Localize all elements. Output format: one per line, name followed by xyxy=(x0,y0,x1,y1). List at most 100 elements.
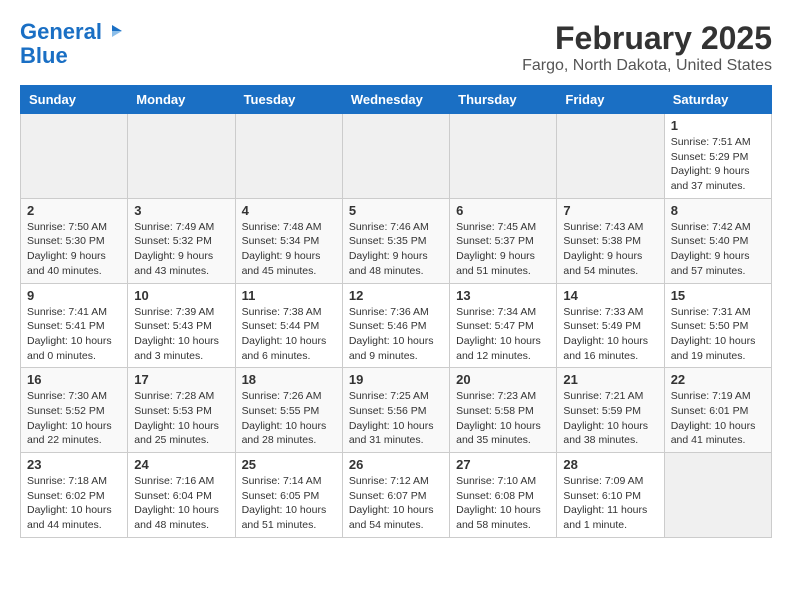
day-number: 25 xyxy=(242,457,336,472)
header-sunday: Sunday xyxy=(21,86,128,114)
day-number: 10 xyxy=(134,288,228,303)
day-info: Sunrise: 7:30 AM Sunset: 5:52 PM Dayligh… xyxy=(27,389,121,448)
day-info: Sunrise: 7:18 AM Sunset: 6:02 PM Dayligh… xyxy=(27,474,121,533)
day-number: 19 xyxy=(349,372,443,387)
table-row xyxy=(21,114,128,199)
day-number: 28 xyxy=(563,457,657,472)
table-row: 15Sunrise: 7:31 AM Sunset: 5:50 PM Dayli… xyxy=(664,283,771,368)
header-tuesday: Tuesday xyxy=(235,86,342,114)
table-row: 17 Sunrise: 7:28 AM Sunset: 5:53 PM Dayli… xyxy=(128,368,235,453)
calendar-week-row: 9 Sunrise: 7:41 AM Sunset: 5:41 PM Daylig… xyxy=(21,283,772,368)
logo-text-general: General xyxy=(20,20,102,44)
header-wednesday: Wednesday xyxy=(342,86,449,114)
day-info: Sunrise: 7:42 AM Sunset: 5:40 PM Dayligh… xyxy=(671,220,765,279)
header-monday: Monday xyxy=(128,86,235,114)
day-info: Sunrise: 7:12 AM Sunset: 6:07 PM Dayligh… xyxy=(349,474,443,533)
day-number: 22 xyxy=(671,372,765,387)
table-row: 28 Sunrise: 7:09 AM Sunset: 6:10 PM Dayli… xyxy=(557,453,664,538)
table-row: 12 Sunrise: 7:36 AM Sunset: 5:46 PM Dayli… xyxy=(342,283,449,368)
day-info: Sunrise: 7:51 AM Sunset: 5:29 PM Dayligh… xyxy=(671,135,765,194)
table-row: 27Sunrise: 7:10 AM Sunset: 6:08 PM Dayli… xyxy=(450,453,557,538)
calendar-week-row: 1 Sunrise: 7:51 AM Sunset: 5:29 PM Daylig… xyxy=(21,114,772,199)
calendar-header-row: Sunday Monday Tuesday Wednesday Thursday… xyxy=(21,86,772,114)
day-info: Sunrise: 7:26 AM Sunset: 5:55 PM Dayligh… xyxy=(242,389,336,448)
day-number: 2 xyxy=(27,203,121,218)
table-row xyxy=(342,114,449,199)
table-row: 2 Sunrise: 7:50 AM Sunset: 5:30 PM Daylig… xyxy=(21,198,128,283)
table-row: 18 Sunrise: 7:26 AM Sunset: 5:55 PM Dayli… xyxy=(235,368,342,453)
day-info: Sunrise: 7:25 AM Sunset: 5:56 PM Dayligh… xyxy=(349,389,443,448)
day-number: 15 xyxy=(671,288,765,303)
day-info: Sunrise: 7:09 AM Sunset: 6:10 PM Dayligh… xyxy=(563,474,657,533)
table-row: 20Sunrise: 7:23 AM Sunset: 5:58 PM Dayli… xyxy=(450,368,557,453)
calendar-week-row: 16 Sunrise: 7:30 AM Sunset: 5:52 PM Dayli… xyxy=(21,368,772,453)
calendar-table: Sunday Monday Tuesday Wednesday Thursday… xyxy=(20,85,772,538)
day-info: Sunrise: 7:39 AM Sunset: 5:43 PM Dayligh… xyxy=(134,305,228,364)
table-row: 13Sunrise: 7:34 AM Sunset: 5:47 PM Dayli… xyxy=(450,283,557,368)
table-row: 19 Sunrise: 7:25 AM Sunset: 5:56 PM Dayli… xyxy=(342,368,449,453)
day-info: Sunrise: 7:46 AM Sunset: 5:35 PM Dayligh… xyxy=(349,220,443,279)
table-row xyxy=(664,453,771,538)
table-row: 22 Sunrise: 7:19 AM Sunset: 6:01 PM Dayli… xyxy=(664,368,771,453)
day-number: 7 xyxy=(563,203,657,218)
table-row: 7 Sunrise: 7:43 AM Sunset: 5:38 PM Daylig… xyxy=(557,198,664,283)
day-info: Sunrise: 7:19 AM Sunset: 6:01 PM Dayligh… xyxy=(671,389,765,448)
day-number: 3 xyxy=(134,203,228,218)
logo: General Blue xyxy=(20,20,124,68)
table-row xyxy=(235,114,342,199)
day-number: 18 xyxy=(242,372,336,387)
day-number: 12 xyxy=(349,288,443,303)
table-row: 8Sunrise: 7:42 AM Sunset: 5:40 PM Daylig… xyxy=(664,198,771,283)
day-info: Sunrise: 7:41 AM Sunset: 5:41 PM Dayligh… xyxy=(27,305,121,364)
day-number: 9 xyxy=(27,288,121,303)
header-thursday: Thursday xyxy=(450,86,557,114)
day-number: 17 xyxy=(134,372,228,387)
table-row: 6Sunrise: 7:45 AM Sunset: 5:37 PM Daylig… xyxy=(450,198,557,283)
day-number: 20 xyxy=(456,372,550,387)
day-info: Sunrise: 7:28 AM Sunset: 5:53 PM Dayligh… xyxy=(134,389,228,448)
location-subtitle: Fargo, North Dakota, United States xyxy=(522,57,772,75)
table-row: 21 Sunrise: 7:21 AM Sunset: 5:59 PM Dayli… xyxy=(557,368,664,453)
day-info: Sunrise: 7:34 AM Sunset: 5:47 PM Dayligh… xyxy=(456,305,550,364)
logo-bird-icon xyxy=(102,21,124,43)
table-row: 9 Sunrise: 7:41 AM Sunset: 5:41 PM Daylig… xyxy=(21,283,128,368)
day-info: Sunrise: 7:50 AM Sunset: 5:30 PM Dayligh… xyxy=(27,220,121,279)
day-number: 1 xyxy=(671,118,765,133)
day-info: Sunrise: 7:43 AM Sunset: 5:38 PM Dayligh… xyxy=(563,220,657,279)
day-number: 16 xyxy=(27,372,121,387)
day-info: Sunrise: 7:10 AM Sunset: 6:08 PM Dayligh… xyxy=(456,474,550,533)
table-row: 25 Sunrise: 7:14 AM Sunset: 6:05 PM Dayli… xyxy=(235,453,342,538)
table-row: 10 Sunrise: 7:39 AM Sunset: 5:43 PM Dayli… xyxy=(128,283,235,368)
day-info: Sunrise: 7:38 AM Sunset: 5:44 PM Dayligh… xyxy=(242,305,336,364)
day-number: 26 xyxy=(349,457,443,472)
day-number: 21 xyxy=(563,372,657,387)
table-row: 4Sunrise: 7:48 AM Sunset: 5:34 PM Daylig… xyxy=(235,198,342,283)
logo-text-blue: Blue xyxy=(20,44,68,68)
day-info: Sunrise: 7:14 AM Sunset: 6:05 PM Dayligh… xyxy=(242,474,336,533)
day-number: 23 xyxy=(27,457,121,472)
calendar-week-row: 23 Sunrise: 7:18 AM Sunset: 6:02 PM Dayli… xyxy=(21,453,772,538)
day-info: Sunrise: 7:16 AM Sunset: 6:04 PM Dayligh… xyxy=(134,474,228,533)
table-row xyxy=(128,114,235,199)
table-row: 3 Sunrise: 7:49 AM Sunset: 5:32 PM Daylig… xyxy=(128,198,235,283)
day-info: Sunrise: 7:33 AM Sunset: 5:49 PM Dayligh… xyxy=(563,305,657,364)
day-number: 6 xyxy=(456,203,550,218)
day-number: 11 xyxy=(242,288,336,303)
table-row: 24Sunrise: 7:16 AM Sunset: 6:04 PM Dayli… xyxy=(128,453,235,538)
day-info: Sunrise: 7:36 AM Sunset: 5:46 PM Dayligh… xyxy=(349,305,443,364)
header-saturday: Saturday xyxy=(664,86,771,114)
day-number: 5 xyxy=(349,203,443,218)
table-row xyxy=(557,114,664,199)
table-row: 26 Sunrise: 7:12 AM Sunset: 6:07 PM Dayli… xyxy=(342,453,449,538)
header-friday: Friday xyxy=(557,86,664,114)
day-info: Sunrise: 7:49 AM Sunset: 5:32 PM Dayligh… xyxy=(134,220,228,279)
day-info: Sunrise: 7:21 AM Sunset: 5:59 PM Dayligh… xyxy=(563,389,657,448)
day-number: 4 xyxy=(242,203,336,218)
day-number: 14 xyxy=(563,288,657,303)
table-row xyxy=(450,114,557,199)
calendar-week-row: 2 Sunrise: 7:50 AM Sunset: 5:30 PM Daylig… xyxy=(21,198,772,283)
page-header: General Blue February 2025 Fargo, North … xyxy=(20,20,772,75)
title-block: February 2025 Fargo, North Dakota, Unite… xyxy=(522,20,772,75)
table-row: 16 Sunrise: 7:30 AM Sunset: 5:52 PM Dayli… xyxy=(21,368,128,453)
table-row: 14 Sunrise: 7:33 AM Sunset: 5:49 PM Dayli… xyxy=(557,283,664,368)
